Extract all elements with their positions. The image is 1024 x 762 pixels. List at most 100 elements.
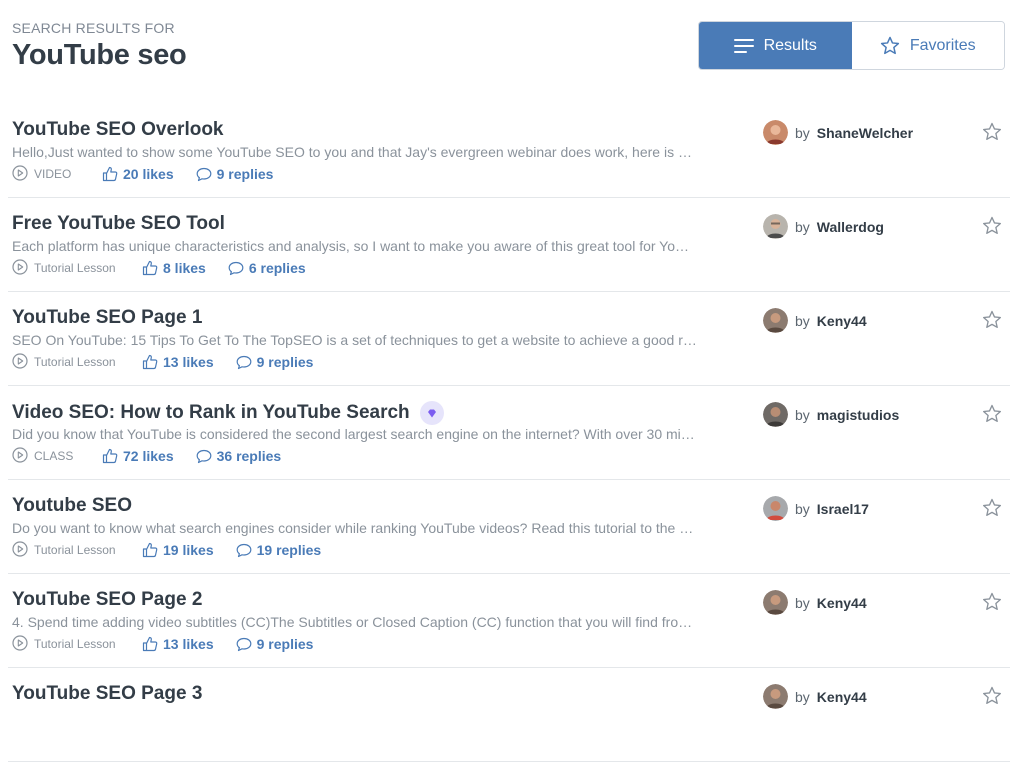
result-title[interactable]: YouTube SEO Page 3 <box>12 683 202 705</box>
author-name[interactable]: Israel17 <box>817 501 869 517</box>
result-title-wrap: Youtube SEO <box>12 495 132 517</box>
favorite-star-icon[interactable] <box>982 686 1002 710</box>
replies-link[interactable]: 6 replies <box>228 260 306 276</box>
result-meta: Tutorial Lesson 13 likes 9 replies <box>12 352 335 372</box>
play-circle-icon <box>12 634 28 654</box>
result-title[interactable]: Video SEO: How to Rank in YouTube Search <box>12 402 410 424</box>
play-circle-icon <box>12 164 28 184</box>
content-type: Tutorial Lesson <box>12 540 142 560</box>
favorite-star-icon[interactable] <box>982 310 1002 334</box>
result-title[interactable]: Youtube SEO <box>12 495 132 517</box>
favorite-star-icon[interactable] <box>982 122 1002 146</box>
likes-count: 20 likes <box>123 166 174 182</box>
replies-link[interactable]: 19 replies <box>236 542 322 558</box>
avatar <box>763 214 788 239</box>
avatar <box>763 308 788 333</box>
favorite-star-icon[interactable] <box>982 216 1002 240</box>
author-name[interactable]: Wallerdog <box>817 219 884 235</box>
content-type: Tutorial Lesson <box>12 352 142 372</box>
author[interactable]: by Keny44 <box>763 684 867 709</box>
replies-count: 9 replies <box>256 636 314 652</box>
author-name[interactable]: magistudios <box>817 407 899 423</box>
result-title-wrap: YouTube SEO Overlook <box>12 119 224 141</box>
result-title-wrap: Free YouTube SEO Tool <box>12 213 225 235</box>
content-type-label: Tutorial Lesson <box>34 355 116 369</box>
content-type-label: CLASS <box>34 449 74 463</box>
author-name[interactable]: Keny44 <box>817 313 867 329</box>
likes-link[interactable]: 72 likes <box>102 448 174 464</box>
result-meta: CLASS 72 likes 36 replies <box>12 446 303 465</box>
result-title[interactable]: Free YouTube SEO Tool <box>12 213 225 235</box>
replies-count: 19 replies <box>256 542 322 558</box>
author[interactable]: by ShaneWelcher <box>763 120 913 145</box>
replies-link[interactable]: 9 replies <box>236 636 314 652</box>
result-meta: Tutorial Lesson 13 likes 9 replies <box>12 634 335 654</box>
author[interactable]: by Wallerdog <box>763 214 884 239</box>
content-type-label: Tutorial Lesson <box>34 543 116 557</box>
thumbs-up-icon <box>142 260 158 276</box>
likes-link[interactable]: 20 likes <box>102 166 174 182</box>
content-type: VIDEO <box>12 164 102 184</box>
likes-count: 13 likes <box>163 636 214 652</box>
thumbs-up-icon <box>142 542 158 558</box>
gem-badge-icon <box>419 401 444 425</box>
result-title-wrap: YouTube SEO Page 2 <box>12 589 202 611</box>
favorite-star-icon[interactable] <box>982 498 1002 522</box>
avatar <box>763 120 788 145</box>
favorites-tab-label: Favorites <box>909 36 976 54</box>
result-row: Free YouTube SEO Tool Each platform has … <box>8 198 1010 292</box>
author-by: by <box>795 688 810 705</box>
likes-count: 8 likes <box>163 260 206 276</box>
result-description: Each platform has unique characteristics… <box>12 238 690 254</box>
result-description: 4. Spend time adding video subtitles (CC… <box>12 614 693 630</box>
result-title-wrap: Video SEO: How to Rank in YouTube Search <box>12 401 444 425</box>
avatar <box>763 590 788 615</box>
likes-link[interactable]: 13 likes <box>142 354 214 370</box>
avatar <box>763 402 788 427</box>
likes-link[interactable]: 13 likes <box>142 636 214 652</box>
author[interactable]: by Keny44 <box>763 308 867 333</box>
author-by: by <box>795 124 810 141</box>
results-list: YouTube SEO Overlook Hello,Just wanted t… <box>8 104 1010 762</box>
replies-link[interactable]: 36 replies <box>196 448 282 464</box>
author[interactable]: by magistudios <box>763 402 899 427</box>
author-name[interactable]: Keny44 <box>817 689 867 705</box>
speech-bubble-icon <box>228 261 244 276</box>
play-circle-icon <box>12 540 28 560</box>
thumbs-up-icon <box>142 354 158 370</box>
favorite-star-icon[interactable] <box>982 592 1002 616</box>
replies-count: 36 replies <box>216 448 282 464</box>
replies-link[interactable]: 9 replies <box>196 166 273 182</box>
search-results-eyebrow: SEARCH RESULTS FOR <box>12 20 175 36</box>
replies-link[interactable]: 9 replies <box>236 354 313 370</box>
author[interactable]: by Keny44 <box>763 590 867 615</box>
speech-bubble-icon <box>236 543 252 558</box>
result-meta: VIDEO 20 likes 9 replies <box>12 164 295 184</box>
author-by: by <box>795 312 810 329</box>
likes-count: 19 likes <box>163 542 214 558</box>
favorites-tab[interactable]: Favorites <box>851 22 1004 69</box>
result-row: YouTube SEO Page 2 4. Spend time adding … <box>8 574 1010 668</box>
result-title[interactable]: YouTube SEO Page 1 <box>12 307 202 329</box>
result-title[interactable]: YouTube SEO Page 2 <box>12 589 202 611</box>
list-icon <box>733 38 754 54</box>
view-toggle: Results Favorites <box>698 21 1005 70</box>
favorite-star-icon[interactable] <box>982 404 1002 428</box>
play-circle-icon <box>12 352 28 372</box>
results-tab[interactable]: Results <box>699 22 852 69</box>
speech-bubble-icon <box>196 449 212 464</box>
author-by: by <box>795 594 810 611</box>
avatar <box>763 684 788 709</box>
likes-link[interactable]: 8 likes <box>142 260 206 276</box>
author-name[interactable]: ShaneWelcher <box>817 125 913 141</box>
likes-count: 72 likes <box>123 448 174 464</box>
author-name[interactable]: Keny44 <box>817 595 867 611</box>
result-row: Youtube SEO Do you want to know what sea… <box>8 480 1010 574</box>
result-row: YouTube SEO Page 1 SEO On YouTube: 15 Ti… <box>8 292 1010 386</box>
likes-link[interactable]: 19 likes <box>142 542 214 558</box>
author-by: by <box>795 218 810 235</box>
result-title[interactable]: YouTube SEO Overlook <box>12 119 224 141</box>
speech-bubble-icon <box>236 637 252 652</box>
author[interactable]: by Israel17 <box>763 496 869 521</box>
result-title-wrap: YouTube SEO Page 1 <box>12 307 202 329</box>
